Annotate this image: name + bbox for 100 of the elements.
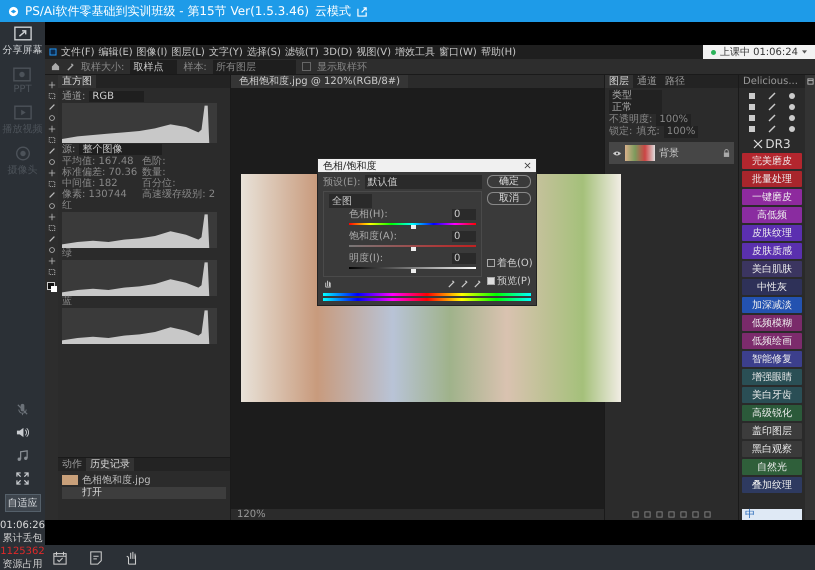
share-out-icon[interactable] xyxy=(357,6,368,16)
raise-hand-icon[interactable] xyxy=(125,550,139,564)
colorize-checkbox[interactable] xyxy=(487,259,495,267)
range-dropdown[interactable]: 全图 xyxy=(329,194,372,208)
menu-item[interactable]: 图像(I) xyxy=(136,45,168,59)
fit-button[interactable]: 自适应 xyxy=(4,494,40,512)
menu-item[interactable]: 3D(D) xyxy=(322,46,352,58)
ok-button[interactable]: 确定 xyxy=(487,175,531,188)
preset-dropdown[interactable]: 默认值 xyxy=(364,175,482,189)
action-button[interactable]: 智能修复 xyxy=(742,351,802,367)
slides-icon xyxy=(13,67,32,82)
marquee-tool-icon[interactable] xyxy=(48,92,56,100)
panel-tab[interactable]: 历史记录 xyxy=(86,458,134,471)
panel-tab[interactable]: 通道 xyxy=(633,75,661,88)
note-icon[interactable] xyxy=(89,550,103,564)
action-button[interactable]: 一键磨皮 xyxy=(742,189,802,205)
sampling-ring-checkbox[interactable] xyxy=(302,62,311,71)
histogram-stat: 数量: xyxy=(142,167,167,178)
color-swatches[interactable] xyxy=(46,282,56,292)
eye-icon[interactable] xyxy=(613,150,621,156)
channel-name: 红 xyxy=(62,201,73,211)
camera-icon xyxy=(14,146,32,161)
slider-thumb[interactable] xyxy=(410,225,416,229)
menu-item[interactable]: 增效工具 xyxy=(395,45,436,59)
sample-dropdown[interactable]: 所有图层 xyxy=(212,60,296,74)
value-field[interactable]: 0 xyxy=(452,253,476,264)
menu-item[interactable]: 视图(V) xyxy=(356,45,392,59)
cancel-button[interactable]: 取消 xyxy=(487,192,531,205)
panel-tab[interactable]: 图层 xyxy=(605,75,633,88)
panel-tab[interactable]: 动作 xyxy=(58,458,86,471)
action-button[interactable]: 黑白观察 xyxy=(742,441,802,457)
source-dropdown[interactable]: 整个图像 xyxy=(79,144,162,155)
close-icon[interactable] xyxy=(524,162,531,169)
panel-icon[interactable] xyxy=(806,78,814,85)
action-button[interactable]: 自然光 xyxy=(742,459,802,475)
sidebar-item[interactable]: 分享屏幕 xyxy=(2,26,42,57)
action-button[interactable]: 完美磨皮 xyxy=(742,153,802,169)
sample-size-dropdown[interactable]: 取样点 xyxy=(130,60,178,74)
hand-icon[interactable] xyxy=(323,279,332,288)
action-button[interactable]: 盖印图层 xyxy=(742,423,802,439)
action-button[interactable]: 低频绘画 xyxy=(742,333,802,349)
blend-mode-dropdown[interactable]: 正常 xyxy=(609,102,662,114)
action-button[interactable]: 皮肤质感 xyxy=(742,243,802,259)
slider-thumb[interactable] xyxy=(410,247,416,251)
opacity-field[interactable]: 100% xyxy=(656,114,691,126)
action-button[interactable]: 中性灰 xyxy=(742,279,802,295)
move-tool-icon[interactable] xyxy=(48,81,56,89)
action-button[interactable]: 加深减淡 xyxy=(742,297,802,313)
fullscreen-icon[interactable] xyxy=(16,472,29,485)
slider-label: 色相(H): xyxy=(349,209,388,220)
live-status[interactable]: 上课中 01:06:24 xyxy=(702,45,815,59)
eyedropper-icon[interactable] xyxy=(66,62,75,71)
action-button[interactable]: 皮肤纹理 xyxy=(742,225,802,241)
eyedropper-icon[interactable] xyxy=(460,279,469,288)
histogram-stat: 高速缓存级别: 2 xyxy=(142,189,216,200)
opacity-label: 不透明度: xyxy=(609,114,652,126)
menu-item[interactable]: 窗口(W) xyxy=(439,45,477,59)
muted-microphone-icon[interactable] xyxy=(16,403,29,416)
value-field[interactable]: 0 xyxy=(452,231,476,242)
window-title: PS/Ai软件零基础到实训班级 - 第15节 Ver(1.5.3.46) xyxy=(25,2,310,20)
calendar-check-icon[interactable] xyxy=(53,550,67,564)
menu-item[interactable]: 图层(L) xyxy=(171,45,205,59)
colorize-label: 着色(O) xyxy=(497,256,533,270)
history-step[interactable]: 打开 xyxy=(62,487,226,499)
action-button[interactable]: 低频模糊 xyxy=(742,315,802,331)
action-button[interactable]: 高级锐化 xyxy=(742,405,802,421)
action-button[interactable]: 批量处理 xyxy=(742,171,802,187)
menu-item[interactable]: 文件(F) xyxy=(61,45,95,59)
menu-item[interactable]: 滤镜(T) xyxy=(284,45,319,59)
sampling-ring-label: 显示取样环 xyxy=(316,60,367,74)
eyedropper-icon[interactable] xyxy=(473,279,482,288)
snapshot-name: 色相饱和度.jpg xyxy=(82,474,151,486)
channel-dropdown[interactable]: RGB xyxy=(89,91,144,102)
menu-item[interactable]: 选择(S) xyxy=(246,45,281,59)
layer-filter-dropdown[interactable]: 类型 xyxy=(609,90,662,102)
value-field[interactable]: 0 xyxy=(452,209,476,220)
menu-item[interactable]: 文字(Y) xyxy=(208,45,243,59)
share-screen-icon xyxy=(14,26,32,41)
action-button[interactable]: 美白牙齿 xyxy=(742,387,802,403)
speaker-icon[interactable] xyxy=(16,426,29,439)
input-method-bar[interactable]: 中 xyxy=(742,509,802,520)
menu-item[interactable]: 编辑(E) xyxy=(98,45,133,59)
dialog-title: 色相/饱和度 xyxy=(323,160,376,172)
menu-item[interactable]: 帮助(H) xyxy=(480,45,516,59)
histogram-tab[interactable]: 直方图 xyxy=(58,75,96,88)
crossed-brushes-icon xyxy=(753,139,764,149)
action-button[interactable]: 增强眼睛 xyxy=(742,369,802,385)
document-tab[interactable]: 色相饱和度.jpg @ 120%(RGB/8#) xyxy=(231,75,408,88)
histogram-stat: 中间值: 182 xyxy=(62,178,119,189)
panel-tab[interactable]: 路径 xyxy=(661,75,689,88)
action-button[interactable]: 叠加纹理 xyxy=(742,477,802,493)
slider-thumb[interactable] xyxy=(410,269,416,273)
eyedropper-icon[interactable] xyxy=(447,279,456,288)
action-button[interactable]: 高低频 xyxy=(742,207,802,223)
action-button[interactable]: 美白肌肤 xyxy=(742,261,802,277)
fill-field[interactable]: 100% xyxy=(664,126,698,138)
music-note-icon[interactable] xyxy=(16,449,29,462)
preview-checkbox[interactable] xyxy=(487,277,495,285)
layer-row[interactable]: 背景 xyxy=(609,142,734,164)
home-icon[interactable] xyxy=(51,62,60,71)
